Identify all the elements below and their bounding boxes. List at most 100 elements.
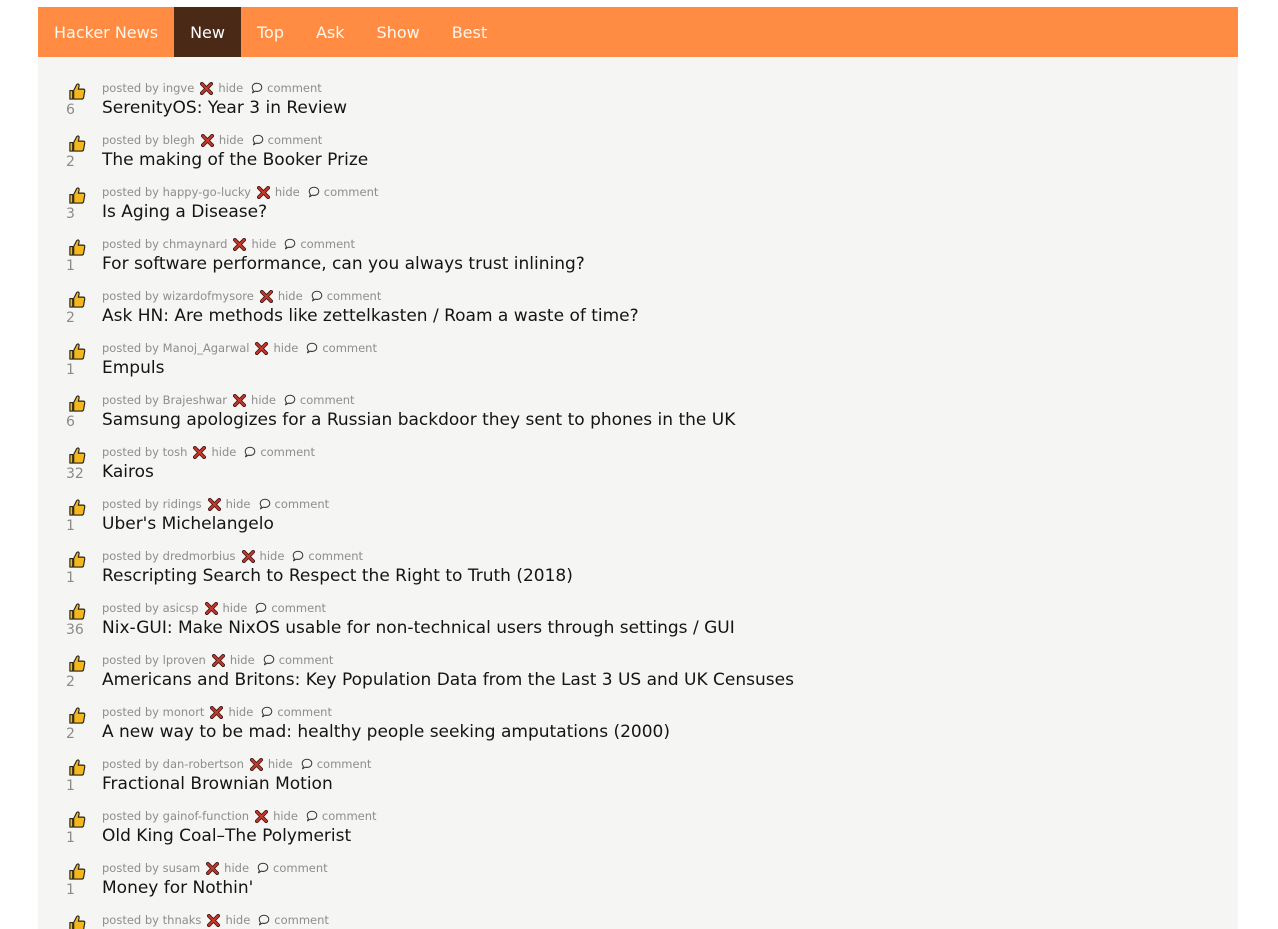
story-title-link[interactable]: Samsung apologizes for a Russian backdoo… [102,410,735,430]
hide-link[interactable]: hide [260,549,285,563]
hide-link[interactable]: hide [218,81,243,95]
thumbs-up-icon[interactable] [68,134,87,153]
nav-item-ask[interactable]: Ask [300,7,361,57]
hide-link[interactable]: hide [268,757,293,771]
hide-x-icon[interactable] [211,653,225,667]
comment-bubble-icon[interactable] [244,446,256,458]
thumbs-up-icon[interactable] [68,82,87,101]
upvote-button[interactable] [68,82,88,101]
story-title-link[interactable]: Is Aging a Disease? [102,202,267,222]
author-link[interactable]: ridings [163,497,202,511]
comment-link[interactable]: comment [322,341,377,355]
upvote-button[interactable] [68,914,88,929]
author-link[interactable]: ingve [163,81,195,95]
hide-x-icon[interactable] [256,185,270,199]
hide-x-icon[interactable] [207,913,221,927]
author-link[interactable]: lproven [163,653,206,667]
story-title-link[interactable]: SerenityOS: Year 3 in Review [102,98,347,118]
upvote-button[interactable] [68,706,88,725]
hide-x-icon[interactable] [206,861,220,875]
thumbs-up-icon[interactable] [68,862,87,881]
comment-bubble-icon[interactable] [311,290,323,302]
upvote-button[interactable] [68,238,88,257]
comment-link[interactable]: comment [308,549,363,563]
hide-x-icon[interactable] [255,341,269,355]
hide-x-icon[interactable] [193,445,207,459]
author-link[interactable]: Brajeshwar [163,393,227,407]
thumbs-up-icon[interactable] [68,758,87,777]
comment-bubble-icon[interactable] [255,602,267,614]
hide-x-icon[interactable] [200,81,214,95]
upvote-button[interactable] [68,394,88,413]
story-title-link[interactable]: Americans and Britons: Key Population Da… [102,670,794,690]
upvote-button[interactable] [68,550,88,569]
comment-link[interactable]: comment [268,133,323,147]
thumbs-up-icon[interactable] [68,550,87,569]
author-link[interactable]: dan-robertson [163,757,244,771]
hide-link[interactable]: hide [219,133,244,147]
story-title-link[interactable]: Uber's Michelangelo [102,514,274,534]
thumbs-up-icon[interactable] [68,394,87,413]
nav-item-new[interactable]: New [174,7,241,57]
author-link[interactable]: thnaks [163,913,202,927]
thumbs-up-icon[interactable] [68,186,87,205]
upvote-button[interactable] [68,498,88,517]
comment-bubble-icon[interactable] [263,654,275,666]
comment-bubble-icon[interactable] [258,914,270,926]
comment-link[interactable]: comment [275,497,330,511]
hide-link[interactable]: hide [251,237,276,251]
hide-link[interactable]: hide [223,601,248,615]
nav-item-hacker-news[interactable]: Hacker News [38,7,174,57]
author-link[interactable]: dredmorbius [163,549,236,563]
nav-item-best[interactable]: Best [436,7,503,57]
author-link[interactable]: wizardofmysore [163,289,254,303]
hide-x-icon[interactable] [233,237,247,251]
comment-link[interactable]: comment [267,81,322,95]
hide-link[interactable]: hide [230,653,255,667]
comment-link[interactable]: comment [300,237,355,251]
comment-bubble-icon[interactable] [292,550,304,562]
story-title-link[interactable]: Fractional Brownian Motion [102,774,333,794]
comment-bubble-icon[interactable] [261,706,273,718]
hide-link[interactable]: hide [226,497,251,511]
hide-link[interactable]: hide [225,913,250,927]
upvote-button[interactable] [68,446,88,465]
nav-item-show[interactable]: Show [361,7,436,57]
story-title-link[interactable]: Nix-GUI: Make NixOS usable for non-techn… [102,618,735,638]
hide-x-icon[interactable] [259,289,273,303]
story-title-link[interactable]: For software performance, can you always… [102,254,585,274]
story-title-link[interactable]: Old King Coal–The Polymerist [102,826,351,846]
comment-bubble-icon[interactable] [308,186,320,198]
comment-link[interactable]: comment [273,861,328,875]
comment-bubble-icon[interactable] [284,394,296,406]
author-link[interactable]: Manoj_Agarwal [163,341,250,355]
comment-link[interactable]: comment [327,289,382,303]
author-link[interactable]: asicsp [163,601,199,615]
author-link[interactable]: happy-go-lucky [163,185,251,199]
thumbs-up-icon[interactable] [68,290,87,309]
comment-bubble-icon[interactable] [259,498,271,510]
thumbs-up-icon[interactable] [68,914,87,929]
thumbs-up-icon[interactable] [68,810,87,829]
story-title-link[interactable]: Empuls [102,358,164,378]
comment-bubble-icon[interactable] [284,238,296,250]
hide-link[interactable]: hide [224,861,249,875]
hide-x-icon[interactable] [200,133,214,147]
comment-bubble-icon[interactable] [306,810,318,822]
comment-link[interactable]: comment [274,913,329,927]
author-link[interactable]: gainof-function [163,809,249,823]
comment-bubble-icon[interactable] [301,758,313,770]
hide-link[interactable]: hide [273,809,298,823]
nav-item-top[interactable]: Top [241,7,300,57]
comment-link[interactable]: comment [324,185,379,199]
hide-x-icon[interactable] [210,705,224,719]
comment-link[interactable]: comment [300,393,355,407]
upvote-button[interactable] [68,810,88,829]
comment-bubble-icon[interactable] [306,342,318,354]
hide-x-icon[interactable] [249,757,263,771]
hide-x-icon[interactable] [207,497,221,511]
hide-link[interactable]: hide [275,185,300,199]
comment-link[interactable]: comment [277,705,332,719]
thumbs-up-icon[interactable] [68,602,87,621]
hide-link[interactable]: hide [278,289,303,303]
